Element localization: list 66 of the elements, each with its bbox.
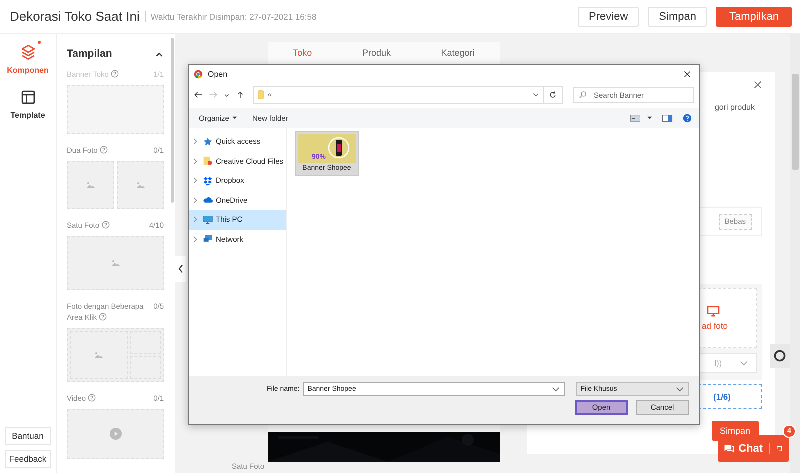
help-button[interactable]: Bantuan bbox=[5, 427, 51, 445]
search-icon bbox=[579, 91, 587, 99]
scrollbar[interactable] bbox=[792, 74, 799, 170]
dropdown-icon[interactable] bbox=[533, 93, 539, 97]
box-icon bbox=[203, 176, 213, 186]
phone-icon bbox=[328, 137, 350, 159]
close-icon[interactable] bbox=[684, 71, 691, 78]
card-description: gori produk bbox=[714, 103, 755, 112]
multi-area-thumbnail[interactable] bbox=[67, 328, 164, 382]
minimize-icon bbox=[776, 444, 783, 452]
rail-tab[interactable]: Template bbox=[3, 89, 53, 120]
chevron-icon bbox=[740, 360, 748, 366]
scrollbar[interactable] bbox=[171, 38, 174, 203]
caret-icon[interactable] bbox=[647, 116, 653, 120]
star-icon bbox=[203, 136, 213, 147]
page-title: Dekorasi Toko Saat Ini bbox=[10, 9, 140, 24]
rail-tab[interactable]: Komponen bbox=[3, 44, 53, 75]
preview-tab[interactable]: Toko bbox=[293, 48, 312, 58]
expand-icon[interactable] bbox=[193, 177, 198, 184]
photo-thumbnail[interactable] bbox=[67, 236, 164, 290]
view-icon[interactable] bbox=[630, 114, 641, 122]
header-button[interactable]: Simpan bbox=[648, 6, 708, 26]
folder-icon bbox=[203, 156, 213, 166]
monitor-icon bbox=[707, 306, 720, 316]
help-icon[interactable] bbox=[88, 394, 96, 402]
dropdown-icon[interactable] bbox=[224, 92, 230, 98]
panel-title: Tampilan bbox=[67, 48, 112, 60]
chat-button[interactable]: Chat bbox=[718, 435, 789, 462]
help-icon[interactable] bbox=[100, 146, 108, 154]
ring-icon bbox=[773, 349, 787, 363]
header-button[interactable]: Preview bbox=[578, 6, 640, 26]
back-icon[interactable] bbox=[194, 91, 203, 99]
saved-time: Waktu Terakhir Disimpan: 27-07-2021 16:58 bbox=[150, 12, 317, 22]
preview-tab[interactable]: Kategori bbox=[441, 48, 475, 58]
up-icon[interactable] bbox=[236, 91, 245, 99]
layers-icon bbox=[20, 44, 36, 61]
photo-thumbnail[interactable] bbox=[117, 161, 164, 210]
preview-pane-icon[interactable] bbox=[662, 114, 673, 122]
expand-icon[interactable] bbox=[193, 216, 198, 224]
collapse-handle[interactable] bbox=[175, 256, 186, 282]
chevron-icon[interactable] bbox=[552, 386, 560, 392]
help-icon[interactable] bbox=[102, 221, 110, 230]
video-thumbnail[interactable] bbox=[67, 408, 164, 459]
photo-thumbnail[interactable] bbox=[67, 161, 114, 210]
layout-icon bbox=[20, 89, 36, 106]
expand-icon[interactable] bbox=[193, 196, 198, 204]
dialog-title: Open bbox=[208, 70, 228, 79]
expand-icon[interactable] bbox=[193, 138, 198, 146]
forward-icon[interactable] bbox=[209, 91, 218, 99]
header-button[interactable]: Tampilkan bbox=[716, 6, 792, 26]
refresh-button[interactable] bbox=[543, 86, 563, 104]
help-button[interactable]: Feedback bbox=[5, 450, 51, 468]
help-icon[interactable] bbox=[682, 114, 693, 122]
chevron-icon[interactable] bbox=[676, 386, 684, 392]
help-icon[interactable] bbox=[99, 312, 108, 320]
cloud-icon bbox=[203, 195, 213, 206]
folder-icon bbox=[258, 90, 264, 100]
support-button[interactable] bbox=[770, 344, 790, 368]
chat-icon bbox=[724, 444, 735, 454]
expand-icon[interactable] bbox=[193, 158, 198, 165]
expand-icon[interactable] bbox=[193, 236, 198, 243]
network-icon bbox=[203, 234, 213, 244]
refresh-icon bbox=[549, 91, 557, 99]
browser-icon bbox=[194, 70, 203, 79]
monitor-icon bbox=[203, 214, 213, 225]
preview-tab[interactable]: Produk bbox=[362, 48, 391, 58]
